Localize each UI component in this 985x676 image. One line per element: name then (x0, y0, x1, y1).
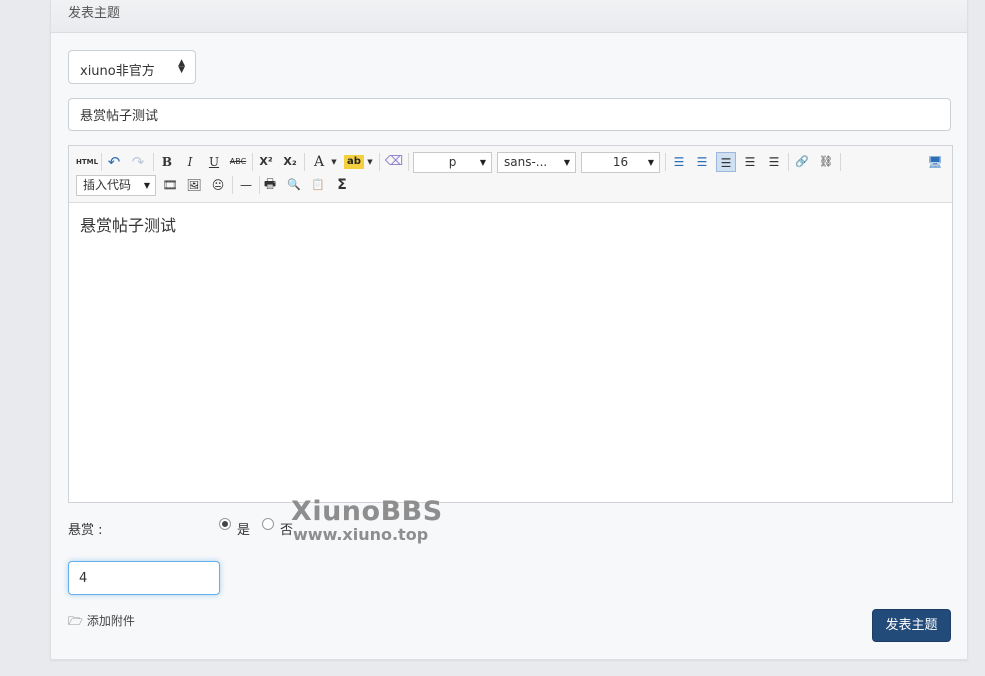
reward-label: 悬赏 : (68, 523, 103, 538)
ordered-list-icon[interactable]: ☰ (669, 152, 689, 172)
editor-toolbar: HTML ↶ ↷ B I U ABC X² X₂ A ▼ ab ▼ ⌫ p ▼ s… (69, 146, 952, 203)
subscript-icon[interactable]: X₂ (280, 152, 300, 172)
bold-icon[interactable]: B (157, 152, 177, 172)
toolbar-divider (408, 153, 409, 171)
image-icon[interactable]: 🖼 (184, 175, 204, 195)
forum-select[interactable]: xiuno非官方 ▲ ▼ (68, 50, 196, 84)
emoji-icon[interactable]: 😐 (208, 175, 228, 195)
chevron-down-icon: ▼ (647, 158, 654, 167)
reward-no-radio[interactable] (262, 518, 274, 530)
chevron-down-icon: ▼ (479, 158, 486, 167)
unlink-icon[interactable]: ⛓ (816, 152, 836, 172)
superscript-icon[interactable]: X² (256, 152, 276, 172)
insert-code-label: 插入代码 (83, 178, 132, 192)
undo-icon[interactable]: ↶ (104, 152, 124, 172)
title-input[interactable] (68, 98, 951, 131)
reward-yes-label[interactable]: 是 (237, 519, 250, 538)
formula-icon[interactable]: Σ (332, 175, 352, 195)
folder-open-icon: 🗁 (68, 614, 83, 628)
unordered-list-icon[interactable]: ☰ (692, 152, 712, 172)
font-size-value: 16 (612, 155, 629, 169)
watermark-url: www.xiuno.top (293, 525, 429, 544)
html-source-icon[interactable]: HTML (76, 152, 98, 172)
font-family-value: sans-... (504, 155, 548, 169)
toolbar-divider (379, 153, 380, 171)
preview-icon[interactable]: 🔍 (284, 175, 304, 195)
card-header: 发表主题 (51, 0, 967, 33)
select-caret-icon: ▲ ▼ (178, 58, 185, 75)
font-family-select[interactable]: sans-... ▼ (497, 152, 576, 173)
paragraph-format-value: p (448, 155, 457, 169)
horizontal-rule-icon[interactable]: — (236, 175, 256, 195)
chevron-down-icon: ▼ (143, 181, 150, 190)
post-card: 发表主题 xiuno非官方 ▲▼ HTML ↶ ↷ B I U ABC X² X… (50, 0, 968, 660)
watermark: XiunoBBS www.xiuno.top (291, 498, 443, 543)
insert-code-select[interactable]: 插入代码 ▼ (76, 175, 156, 196)
rich-text-editor: HTML ↶ ↷ B I U ABC X² X₂ A ▼ ab ▼ ⌫ p ▼ s… (68, 145, 953, 503)
toolbar-divider (153, 153, 154, 171)
chevron-down-icon: ▼ (563, 158, 570, 167)
reward-yes-radio[interactable] (219, 518, 231, 530)
strikethrough-icon[interactable]: ABC (228, 152, 248, 172)
italic-icon[interactable]: I (180, 152, 200, 172)
paragraph-format-select[interactable]: p ▼ (413, 152, 492, 173)
print-icon[interactable]: 🖶 (260, 175, 280, 195)
align-center-icon[interactable]: ☰ (740, 152, 760, 172)
submit-post-button[interactable]: 发表主题 (872, 609, 951, 642)
fullscreen-icon[interactable]: 🖥 (925, 152, 945, 172)
font-size-select[interactable]: 16 ▼ (581, 152, 660, 173)
underline-icon[interactable]: U (204, 152, 224, 172)
page-title: 发表主题 (68, 6, 121, 21)
eraser-icon[interactable]: ⌫ (384, 152, 404, 172)
font-color-icon[interactable]: A (309, 152, 329, 172)
add-attachment-link[interactable]: 🗁 添加附件 (68, 612, 135, 633)
video-icon[interactable]: 🎞 (160, 175, 180, 195)
toolbar-divider (665, 153, 666, 171)
toolbar-divider (788, 153, 789, 171)
align-left-icon[interactable]: ☰ (716, 152, 736, 172)
add-attachment-label: 添加附件 (86, 614, 135, 628)
align-right-icon[interactable]: ☰ (764, 152, 784, 172)
toolbar-divider (304, 153, 305, 171)
redo-icon[interactable]: ↷ (128, 152, 148, 172)
highlight-color-icon[interactable]: ab (344, 155, 364, 169)
toolbar-divider (840, 153, 841, 171)
link-icon[interactable]: 🔗 (792, 152, 812, 172)
highlight-dropdown-icon[interactable]: ▼ (366, 152, 374, 172)
paste-icon[interactable]: 📋 (308, 175, 328, 195)
font-color-dropdown-icon[interactable]: ▼ (330, 152, 338, 172)
watermark-title: XiunoBBS (291, 496, 443, 527)
toolbar-divider (101, 153, 102, 171)
reward-amount-input[interactable] (68, 561, 220, 595)
toolbar-divider (232, 176, 233, 194)
editor-content[interactable]: 悬赏帖子测试 (80, 212, 176, 236)
forum-select-value: xiuno非官方 (80, 64, 155, 79)
toolbar-divider (252, 153, 253, 171)
